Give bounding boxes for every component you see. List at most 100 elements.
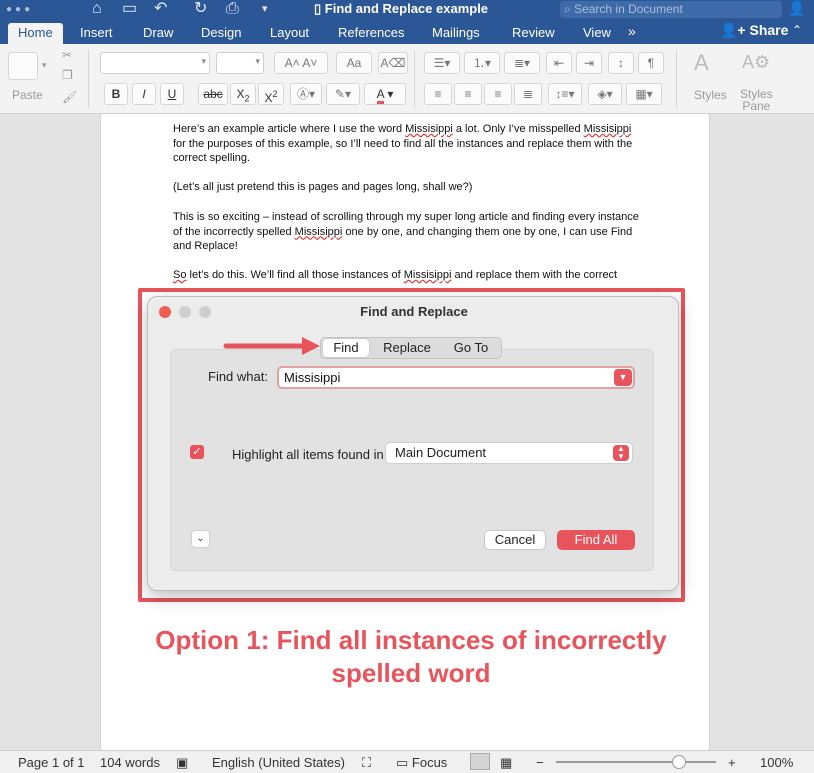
home-icon[interactable]: ⌂: [92, 0, 102, 18]
paragraph: So let’s do this. We’ll find all those i…: [173, 269, 618, 281]
focus-button[interactable]: ▭ Focus: [396, 755, 447, 771]
format-painter-icon[interactable]: 🖌: [62, 90, 77, 104]
show-formatting-icon[interactable]: ¶: [638, 52, 664, 74]
tab-replace[interactable]: Replace: [375, 338, 439, 358]
tab-mailings[interactable]: Mailings: [432, 23, 480, 44]
line-spacing-icon[interactable]: ↕≡▾: [548, 83, 582, 105]
styles-label[interactable]: Styles: [694, 88, 727, 102]
document-title: ▯ Find and Replace example: [314, 1, 489, 16]
find-history-dropdown-icon[interactable]: ▼: [614, 369, 632, 386]
print-layout-icon[interactable]: [470, 753, 490, 770]
copy-icon[interactable]: ❐: [62, 68, 73, 82]
align-left-icon[interactable]: ≡: [424, 83, 452, 105]
justify-icon[interactable]: ≣: [514, 83, 542, 105]
align-right-icon[interactable]: ≡: [484, 83, 512, 105]
window-controls[interactable]: ●●●: [6, 4, 33, 15]
misspelled-word: Missisippi: [583, 123, 632, 135]
align-center-icon[interactable]: ≡: [454, 83, 482, 105]
misspelled-word: Missisippi: [294, 225, 343, 238]
clear-formatting-icon[interactable]: A⌫: [378, 52, 408, 74]
search-document-input[interactable]: ⌕ Search in Document: [560, 1, 782, 18]
change-case-icon[interactable]: Aa: [336, 52, 372, 74]
customize-toolbar-icon[interactable]: ▾: [262, 0, 268, 18]
page-count[interactable]: Page 1 of 1: [18, 755, 85, 770]
shading-icon[interactable]: ◈▾: [588, 83, 622, 105]
paste-label[interactable]: Paste: [12, 88, 43, 102]
styles-pane-icon[interactable]: A⚙: [742, 52, 770, 73]
web-layout-icon[interactable]: ▦: [500, 755, 512, 771]
dialog-tabs: Find Replace Go To: [320, 337, 502, 359]
tab-references[interactable]: References: [338, 23, 404, 44]
superscript-mark: 2: [272, 89, 278, 99]
flagged-word: So: [173, 269, 187, 281]
zoom-level[interactable]: 100%: [760, 755, 793, 770]
sort-icon[interactable]: ↕: [608, 52, 634, 74]
bold-button[interactable]: B: [104, 83, 128, 105]
highlight-scope-select[interactable]: Main Document: [385, 442, 633, 464]
pointer-arrow-icon: [223, 337, 320, 355]
numbering-icon[interactable]: ⒈▾: [464, 52, 500, 74]
styles-icon[interactable]: A: [694, 50, 709, 76]
find-what-input[interactable]: Missisippi: [277, 366, 635, 389]
tab-home[interactable]: Home: [8, 23, 63, 44]
print-icon[interactable]: ⎙: [226, 0, 239, 18]
text-effects-icon[interactable]: Ⓐ▾: [290, 83, 322, 105]
proofing-icon[interactable]: ▣: [176, 755, 188, 771]
subscript-button[interactable]: X2: [230, 83, 256, 105]
superscript-button[interactable]: X2: [258, 83, 284, 105]
zoom-slider-handle[interactable]: [672, 755, 686, 769]
annotation-caption: Option 1: Find all instances of incorrec…: [120, 624, 702, 690]
share-button[interactable]: 👤+ Share: [720, 22, 788, 39]
tab-view[interactable]: View: [583, 23, 611, 44]
zoom-out-icon[interactable]: −: [536, 755, 544, 770]
collapse-ribbon-icon[interactable]: ⌃: [792, 23, 802, 37]
multilevel-list-icon[interactable]: ≣▾: [504, 52, 540, 74]
increase-indent-icon[interactable]: ⇥: [576, 52, 602, 74]
accessibility-icon[interactable]: ⛶: [362, 755, 371, 771]
paragraph: Here’s an example article where I use th…: [173, 123, 633, 164]
highlight-checkbox[interactable]: ✓: [190, 445, 204, 459]
font-size-grow-shrink-icon[interactable]: A˄ A˅: [274, 52, 328, 74]
superscript-letter: X: [264, 91, 273, 105]
language-status[interactable]: English (United States): [212, 755, 345, 770]
tab-review[interactable]: Review: [512, 23, 555, 44]
expand-options-button[interactable]: ⌄: [191, 530, 210, 548]
borders-icon[interactable]: ▦▾: [626, 83, 662, 105]
search-icon: ⌕: [564, 2, 575, 16]
font-name-select[interactable]: ▾: [100, 52, 210, 74]
more-tabs-icon[interactable]: »: [628, 23, 636, 39]
save-icon[interactable]: ▭: [122, 0, 137, 18]
font-color-icon: A: [376, 87, 384, 104]
tab-layout[interactable]: Layout: [270, 23, 309, 44]
highlight-color-icon[interactable]: ✎▾: [326, 83, 360, 105]
find-all-button[interactable]: Find All: [557, 530, 635, 550]
word-count[interactable]: 104 words: [100, 755, 160, 770]
bullets-icon[interactable]: ☰▾: [424, 52, 460, 74]
cancel-button[interactable]: Cancel: [484, 530, 546, 550]
italic-button[interactable]: I: [132, 83, 156, 105]
styles-pane-label-line2: Pane: [742, 99, 771, 113]
scope-stepper-icon[interactable]: ▲ ▼: [613, 445, 629, 461]
font-color-button[interactable]: A ▾: [364, 83, 406, 105]
redo-icon[interactable]: ↻: [194, 0, 207, 18]
tab-go-to[interactable]: Go To: [443, 338, 499, 358]
styles-pane-label[interactable]: Styles Pane: [740, 88, 773, 112]
font-size-select[interactable]: ▾: [216, 52, 264, 74]
tab-find[interactable]: Find: [323, 339, 369, 357]
focus-icon: ▭: [396, 755, 412, 770]
zoom-slider[interactable]: [556, 761, 716, 763]
tab-insert[interactable]: Insert: [80, 23, 113, 44]
zoom-in-icon[interactable]: +: [728, 755, 736, 770]
undo-icon[interactable]: ↶: [154, 0, 167, 18]
decrease-indent-icon[interactable]: ⇤: [546, 52, 572, 74]
paste-icon[interactable]: [8, 52, 38, 80]
tab-design[interactable]: Design: [201, 23, 241, 44]
cut-icon[interactable]: ✂: [62, 48, 72, 62]
tab-draw[interactable]: Draw: [143, 23, 173, 44]
account-icon[interactable]: 👤: [788, 0, 810, 20]
find-replace-dialog: Find and Replace Find what: Highlight al…: [147, 296, 679, 591]
underline-button[interactable]: U: [160, 83, 184, 105]
strikethrough-button[interactable]: abc: [198, 83, 228, 105]
paste-options-icon[interactable]: ▾: [42, 60, 47, 71]
scope-value: Main Document: [395, 445, 487, 460]
